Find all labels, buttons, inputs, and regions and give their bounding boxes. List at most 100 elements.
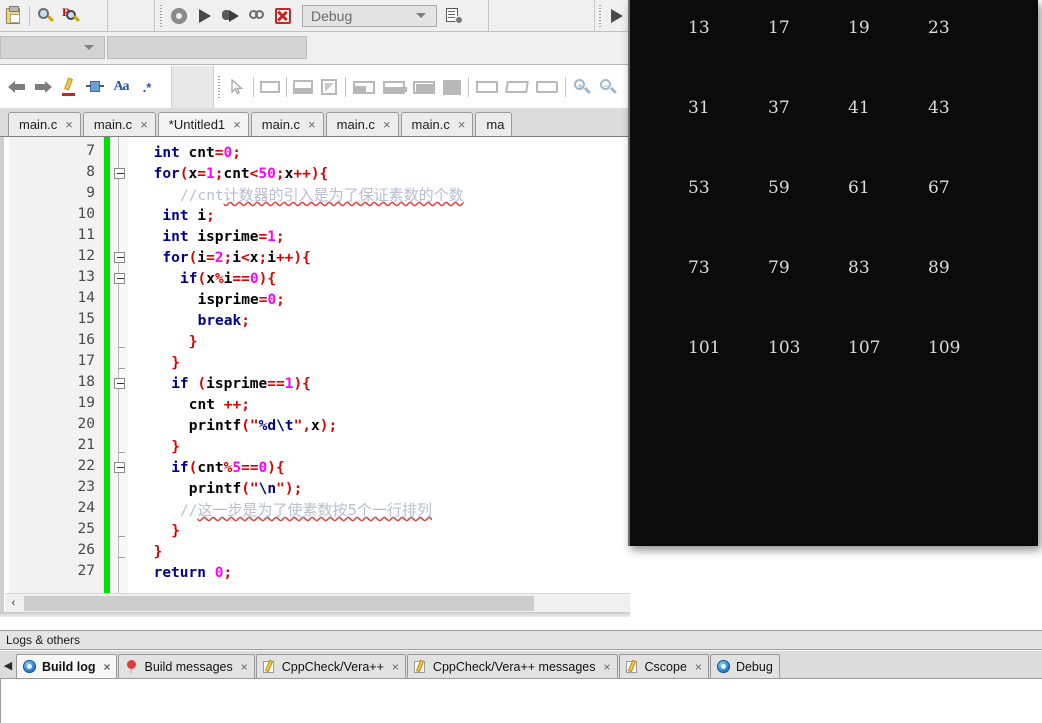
code-line[interactable]: return 0;	[154, 563, 233, 584]
code-line[interactable]: int isprime=1;	[162, 227, 284, 248]
code-line[interactable]: int cnt=0;	[154, 143, 241, 164]
mail-button[interactable]	[290, 74, 316, 100]
build-target-combo[interactable]: Debug	[302, 4, 437, 27]
code-text-area[interactable]: int cnt=0; for(x=1;cnt<50;x++){//cnt计数器的引…	[128, 137, 630, 615]
editor-tab[interactable]: main.c ×	[400, 112, 474, 136]
code-line[interactable]: printf("%d\t",x);	[189, 416, 337, 437]
program-output-console[interactable]: 1113 17 19 23 2931 37 41 43 4753 59 61 67 7173 79 83 89…	[628, 0, 1038, 546]
code-editor[interactable]: 7 8 9 10 11 12 13 14 15 16 17 18 19 20 21 22 23 24 25 26 27 …	[0, 137, 630, 615]
logs-tab-label: Build messages	[144, 659, 233, 674]
fold-toggle-icon[interactable]	[114, 252, 125, 263]
code-line[interactable]: for(i=2;i<x;i++){	[162, 248, 310, 269]
play-icon	[199, 8, 211, 23]
editor-tab-close-icon[interactable]: ×	[233, 117, 241, 132]
editor-tab[interactable]: main.c ×	[8, 112, 81, 136]
toolbar-grip-handle[interactable]	[158, 2, 164, 29]
fold-toggle-icon[interactable]	[114, 273, 125, 284]
zoom-in-button[interactable]: +	[569, 74, 595, 100]
frame-2-button[interactable]	[502, 74, 532, 100]
editor-tab-close-icon[interactable]: ×	[458, 117, 466, 132]
solid-button[interactable]	[439, 74, 465, 100]
code-line[interactable]: for(x=1;cnt<50;x++){	[154, 164, 329, 185]
code-line[interactable]: //这一步是为了使素数按5个一行排列	[180, 500, 432, 521]
editor-tab-close-icon[interactable]: ×	[383, 117, 391, 132]
zoom-out-button[interactable]: −	[595, 74, 621, 100]
run-button[interactable]	[192, 3, 218, 29]
logs-tab[interactable]: Build log ×	[16, 654, 118, 678]
secondary-combo-field[interactable]	[107, 36, 307, 59]
logs-tab[interactable]: Build messages ×	[118, 654, 255, 678]
frame-3-button[interactable]	[532, 74, 562, 100]
logs-tab-close-icon[interactable]: ×	[695, 660, 702, 674]
debug-continue-button[interactable]	[605, 3, 630, 29]
back-button[interactable]	[4, 74, 30, 100]
secondary-combo[interactable]	[0, 36, 105, 59]
rebuild-button[interactable]	[244, 3, 270, 29]
regex-button[interactable]: .*	[134, 74, 160, 100]
editor-tab[interactable]: *Untitled1 ×	[157, 112, 249, 136]
watches-button[interactable]	[257, 74, 283, 100]
forward-button[interactable]	[30, 74, 56, 100]
logs-tab[interactable]: CppCheck/Vera++ messages ×	[406, 654, 618, 678]
build-targets-button[interactable]	[441, 3, 467, 29]
split-3-button[interactable]	[409, 74, 439, 100]
scrollbar-thumb[interactable]	[24, 595, 534, 611]
code-token: }	[171, 439, 180, 455]
editor-tab[interactable]: main.c ×	[325, 112, 399, 136]
logs-tab[interactable]: Cscope ×	[618, 654, 709, 678]
toolbar-grip-handle-3[interactable]	[216, 74, 222, 100]
pointer-button[interactable]	[224, 74, 250, 100]
code-line[interactable]: }	[189, 332, 198, 353]
code-line[interactable]: isprime=0;	[198, 290, 285, 311]
logs-tabs-prev-button[interactable]: ◀	[0, 652, 16, 678]
editor-tab[interactable]: ma	[475, 112, 513, 136]
bookmark-button[interactable]	[82, 74, 108, 100]
fold-toggle-icon[interactable]	[114, 168, 125, 179]
note-button[interactable]	[316, 74, 342, 100]
code-line[interactable]: if(x%i==0){	[180, 269, 276, 290]
logs-tab-close-icon[interactable]: ×	[392, 660, 399, 674]
build-button[interactable]	[166, 3, 192, 29]
console-value: 107	[848, 338, 881, 358]
editor-tab-close-icon[interactable]: ×	[140, 117, 148, 132]
code-line[interactable]: }	[171, 353, 180, 374]
match-case-button[interactable]: Aa	[108, 74, 134, 100]
code-line[interactable]: }	[154, 542, 163, 563]
editor-tab-close-icon[interactable]: ×	[308, 117, 316, 132]
logs-tab[interactable]: Debug	[709, 654, 780, 678]
code-line[interactable]: break;	[198, 311, 250, 332]
code-line[interactable]: //cnt计数器的引入是为了保证素数的个数	[180, 185, 464, 206]
build-and-run-button[interactable]	[218, 3, 244, 29]
find-button[interactable]	[33, 3, 59, 29]
code-token: ;	[276, 292, 285, 308]
paste-button[interactable]	[0, 3, 26, 29]
editor-tab[interactable]: main.c ×	[250, 112, 324, 136]
split-1-button[interactable]	[349, 74, 379, 100]
code-line[interactable]: if (isprime==1){	[171, 374, 311, 395]
split-2-button[interactable]	[379, 74, 409, 100]
scroll-left-button[interactable]: ‹	[5, 594, 22, 612]
toolbar-grip-handle-2[interactable]	[597, 2, 603, 29]
logs-tab-close-icon[interactable]: ×	[241, 660, 248, 674]
code-line[interactable]: if(cnt%5==0){	[171, 458, 285, 479]
logs-tab-close-icon[interactable]: ×	[604, 660, 611, 674]
code-line[interactable]: int i;	[162, 206, 214, 227]
code-line[interactable]: printf("\n");	[189, 479, 303, 500]
replace-button[interactable]: R	[59, 3, 85, 29]
console-row: 97101 103 107 109	[630, 338, 1038, 418]
highlight-button[interactable]	[56, 74, 82, 100]
fold-toggle-icon[interactable]	[114, 462, 125, 473]
abort-button[interactable]	[270, 3, 296, 29]
logs-tab-close-icon[interactable]: ×	[103, 660, 110, 674]
code-line[interactable]: cnt ++;	[189, 395, 250, 416]
logs-tab[interactable]: CppCheck/Vera++ ×	[255, 654, 406, 678]
code-line[interactable]: }	[171, 437, 180, 458]
editor-tab[interactable]: main.c ×	[82, 112, 156, 136]
fold-toggle-icon[interactable]	[114, 378, 125, 389]
editor-horizontal-scrollbar[interactable]: ‹	[5, 593, 630, 612]
code-folding-column[interactable]	[110, 137, 128, 615]
editor-tab-close-icon[interactable]: ×	[65, 117, 73, 132]
build-log-content[interactable]	[0, 679, 1042, 723]
frame-1-button[interactable]	[472, 74, 502, 100]
code-line[interactable]: }	[171, 521, 180, 542]
